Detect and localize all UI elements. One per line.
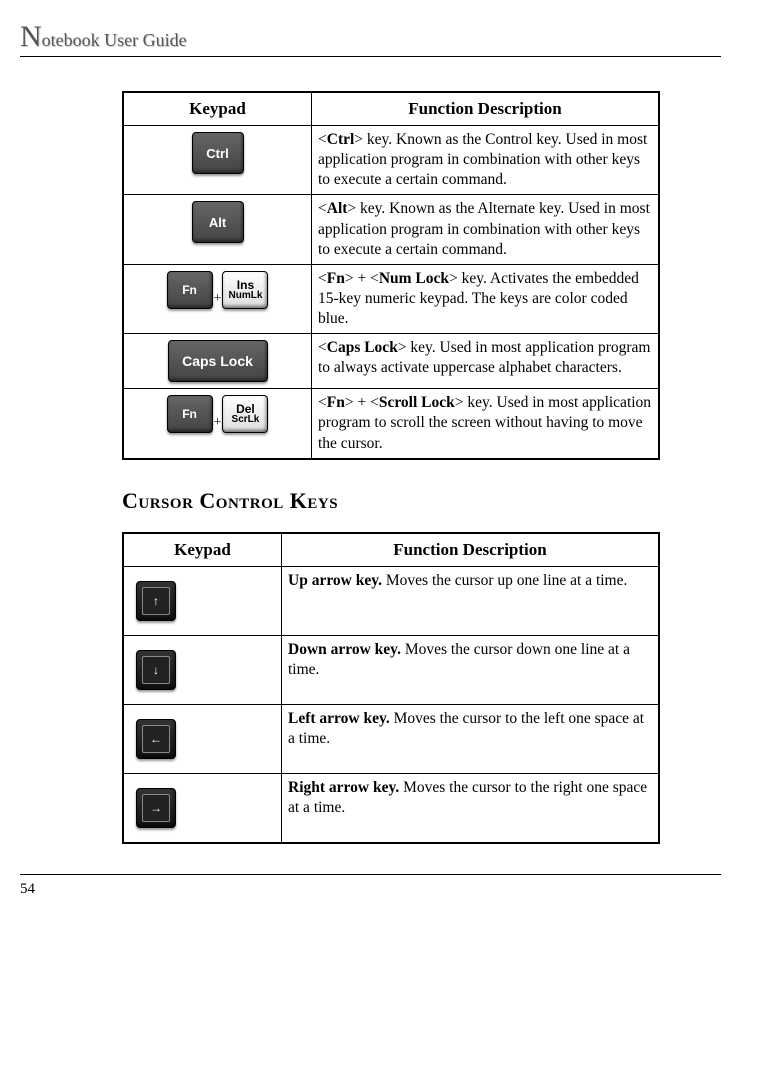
col-header-keypad: Keypad: [123, 92, 312, 126]
description-cell: Left arrow key. Moves the cursor to the …: [282, 704, 660, 773]
plus-icon: +: [214, 415, 222, 431]
description-cell: Right arrow key. Moves the cursor to the…: [282, 773, 660, 843]
description-cell: <Ctrl> key. Known as the Control key. Us…: [312, 126, 660, 195]
table-row: Caps Lock <Caps Lock> key. Used in most a…: [123, 334, 659, 389]
keycap-icon: Caps Lock: [168, 340, 268, 382]
description-cell: <Caps Lock> key. Used in most applicatio…: [312, 334, 660, 389]
page-header: Notebook User Guide: [20, 20, 721, 57]
plus-icon: +: [214, 291, 222, 307]
keycap-icon: Fn: [167, 395, 213, 433]
col-header-desc: Function Description: [282, 533, 660, 567]
table-row: ↓ Down arrow key. Moves the cursor down o…: [123, 635, 659, 704]
keypad-cell: ↓: [123, 635, 282, 704]
section-heading-cursor-control: Cursor Control Keys: [122, 488, 721, 514]
keypad-function-table-2: Keypad Function Description ↑ Up arrow ke…: [122, 532, 660, 844]
table-row: → Right arrow key. Moves the cursor to th…: [123, 773, 659, 843]
table-row: Alt <Alt> key. Known as the Alternate key…: [123, 195, 659, 264]
arrow-key-icon: ↑: [136, 581, 176, 621]
keypad-cell: Caps Lock: [123, 334, 312, 389]
description-cell: Down arrow key. Moves the cursor down on…: [282, 635, 660, 704]
keypad-cell: ←: [123, 704, 282, 773]
keypad-cell: →: [123, 773, 282, 843]
keycap-icon: InsNumLk: [222, 271, 268, 309]
col-header-desc: Function Description: [312, 92, 660, 126]
table-row: ← Left arrow key. Moves the cursor to the…: [123, 704, 659, 773]
page-number: 54: [20, 874, 721, 898]
arrow-key-icon: ←: [136, 719, 176, 759]
table-row: Ctrl <Ctrl> key. Known as the Control key…: [123, 126, 659, 195]
keycap-icon: DelScrLk: [222, 395, 268, 433]
keypad-cell: Fn+InsNumLk: [123, 264, 312, 333]
arrow-key-icon: ↓: [136, 650, 176, 690]
table-row: Fn+DelScrLk<Fn> + <Scroll Lock> key. Use…: [123, 389, 659, 459]
description-cell: <Fn> + <Num Lock> key. Activates the emb…: [312, 264, 660, 333]
arrow-key-icon: →: [136, 788, 176, 828]
description-cell: <Alt> key. Known as the Alternate key. U…: [312, 195, 660, 264]
col-header-keypad: Keypad: [123, 533, 282, 567]
description-cell: <Fn> + <Scroll Lock> key. Used in most a…: [312, 389, 660, 459]
keycap-icon: Fn: [167, 271, 213, 309]
table-row: ↑ Up arrow key. Moves the cursor up one l…: [123, 566, 659, 635]
keypad-cell: ↑: [123, 566, 282, 635]
keycap-icon: Alt: [192, 201, 244, 243]
keypad-cell: Alt: [123, 195, 312, 264]
keypad-cell: Fn+DelScrLk: [123, 389, 312, 459]
keypad-function-table-1: Keypad Function Description Ctrl <Ctrl> k…: [122, 91, 660, 460]
page-title: Notebook User Guide: [20, 30, 187, 50]
description-cell: Up arrow key. Moves the cursor up one li…: [282, 566, 660, 635]
table-row: Fn+InsNumLk<Fn> + <Num Lock> key. Activa…: [123, 264, 659, 333]
keycap-icon: Ctrl: [192, 132, 244, 174]
keypad-cell: Ctrl: [123, 126, 312, 195]
